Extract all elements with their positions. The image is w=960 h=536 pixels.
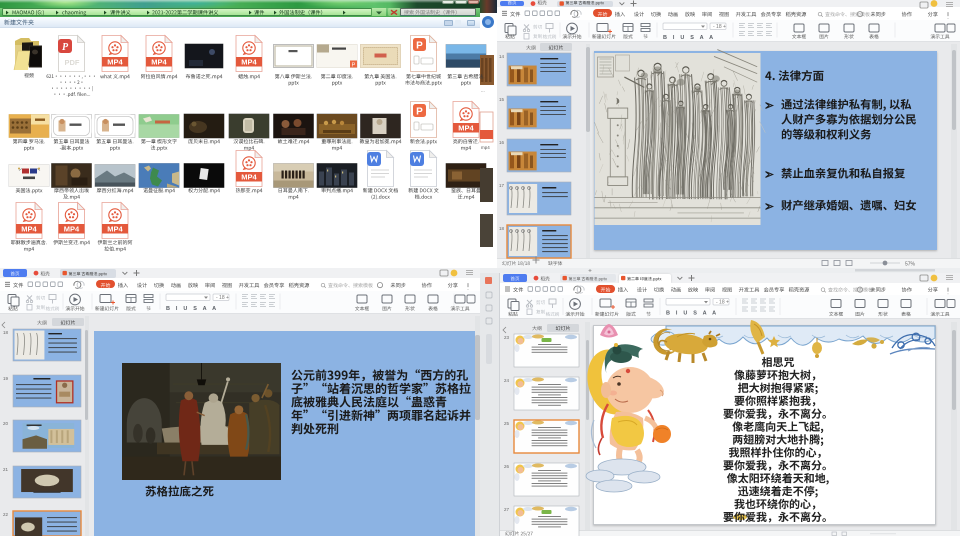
svg-text:mp4: mp4: [481, 145, 490, 150]
svg-text:MP4: MP4: [107, 58, 123, 67]
svg-text:20: 20: [3, 421, 9, 426]
svg-text:P: P: [416, 106, 423, 117]
svg-text:B I U S A A: B I U S A A: [663, 35, 715, 41]
svg-text:...: ...: [481, 88, 485, 93]
svg-text:- 18 +: - 18 +: [716, 300, 729, 306]
svg-text:18: 18: [3, 330, 9, 335]
svg-text:B I U S A A: B I U S A A: [666, 311, 718, 317]
svg-text:22: 22: [3, 512, 9, 517]
svg-text:17: 17: [499, 183, 505, 188]
svg-text:B I U S A A: B I U S A A: [166, 306, 218, 312]
svg-text:MP4: MP4: [21, 225, 37, 234]
svg-text:26: 26: [504, 464, 510, 469]
svg-text:19: 19: [3, 376, 9, 381]
svg-text:57%: 57%: [905, 262, 916, 268]
svg-text:- 18 +: - 18 +: [216, 295, 229, 301]
svg-text:27: 27: [504, 507, 510, 512]
svg-text:MP4: MP4: [64, 225, 80, 234]
svg-text:MP4: MP4: [107, 225, 123, 234]
svg-text:16: 16: [499, 140, 505, 145]
svg-text:MP4: MP4: [151, 58, 167, 67]
svg-text:18: 18: [499, 226, 505, 231]
svg-text:23: 23: [504, 335, 510, 340]
svg-text:P: P: [62, 42, 69, 53]
svg-text:24: 24: [504, 378, 510, 383]
svg-text:P: P: [352, 63, 356, 69]
svg-text:14: 14: [499, 54, 505, 59]
svg-text:25: 25: [504, 421, 510, 426]
svg-text:MP4: MP4: [241, 173, 257, 182]
svg-text:15: 15: [499, 97, 505, 102]
svg-text:21: 21: [3, 467, 9, 472]
svg-text:P: P: [416, 40, 423, 51]
svg-text:MP4: MP4: [241, 58, 257, 67]
svg-text:MP4: MP4: [458, 124, 474, 133]
svg-text:PDF: PDF: [65, 58, 80, 67]
svg-text:- 18 +: - 18 +: [713, 24, 726, 30]
